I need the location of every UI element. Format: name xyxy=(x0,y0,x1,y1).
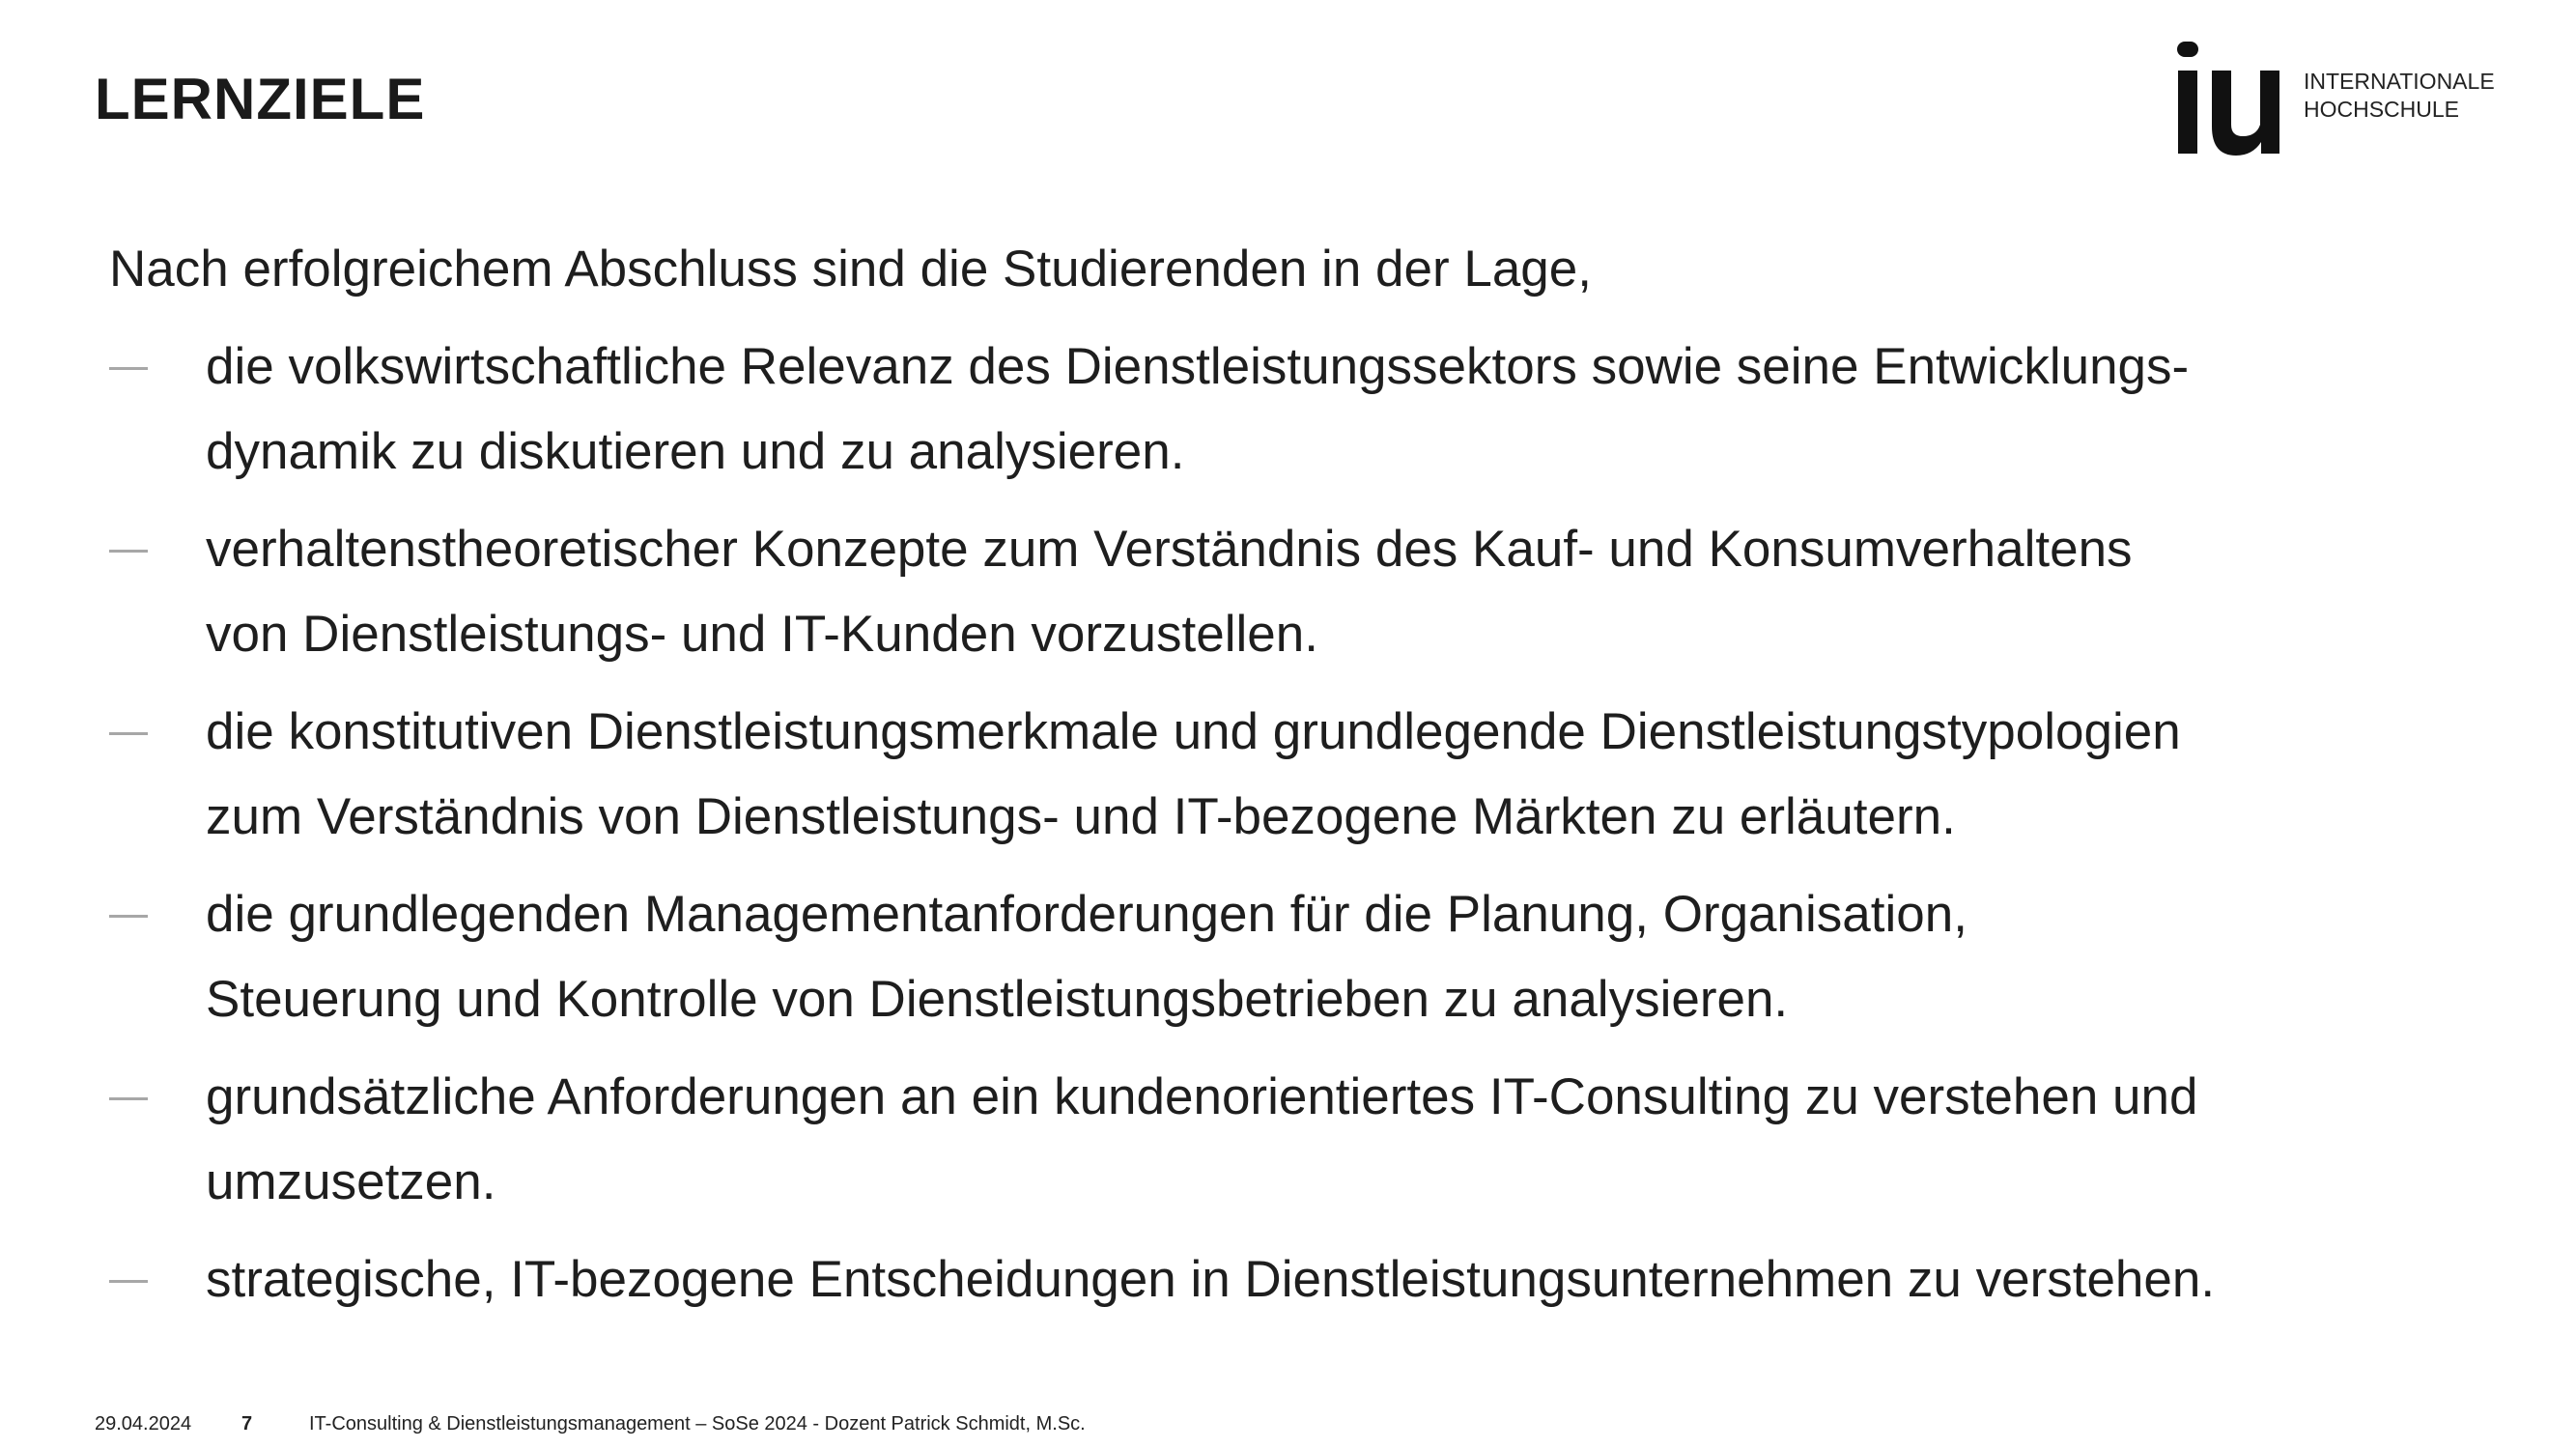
bullet-text: strategische, IT-bezogene Entscheidungen… xyxy=(206,1237,2514,1322)
bullet-text: verhaltenstheoretischer Konzepte zum Ver… xyxy=(206,507,2514,677)
slide-title: LERNZIELE xyxy=(95,67,426,131)
footer-course-info: IT-Consulting & Dienstleistungsmanagemen… xyxy=(309,1413,1086,1435)
bullet-line: zum Verständnis von Dienstleistungs- und… xyxy=(206,788,1956,845)
bullet-line: verhaltenstheoretischer Konzepte zum Ver… xyxy=(206,521,2133,578)
bullet-line: die volkswirtschaftliche Relevanz des Di… xyxy=(206,338,2190,395)
bullet-line: die grundlegenden Managementanforderunge… xyxy=(206,886,1967,943)
dash-bullet-icon xyxy=(109,915,148,918)
iu-logo-mark xyxy=(2177,42,2279,156)
logo-line-1: INTERNATIONALE xyxy=(2304,69,2495,94)
bullet-line: von Dienstleistungs- und IT-Kunden vorzu… xyxy=(206,606,1318,663)
slide-content: Nach erfolgreichem Abschluss sind die St… xyxy=(109,227,2427,1322)
list-item: grundsätzliche Anforderungen an ein kund… xyxy=(109,1055,2427,1225)
bullet-text: die konstitutiven Dienstleistungsmerkmal… xyxy=(206,690,2514,860)
dash-bullet-icon xyxy=(109,1097,148,1100)
list-item: die volkswirtschaftliche Relevanz des Di… xyxy=(109,325,2427,495)
footer-date: 29.04.2024 xyxy=(95,1413,192,1435)
iu-logo: INTERNATIONALE HOCHSCHULE xyxy=(2173,39,2502,156)
bullet-text: die volkswirtschaftliche Relevanz des Di… xyxy=(206,325,2514,495)
intro-text: Nach erfolgreichem Abschluss sind die St… xyxy=(109,241,1592,298)
bullet-text: grundsätzliche Anforderungen an ein kund… xyxy=(206,1055,2514,1225)
dash-bullet-icon xyxy=(109,367,148,370)
bullet-line: dynamik zu diskutieren und zu analysiere… xyxy=(206,423,1185,480)
dash-bullet-icon xyxy=(109,550,148,553)
footer-page-number: 7 xyxy=(241,1413,253,1435)
logo-wordmark: INTERNATIONALE HOCHSCHULE xyxy=(2304,68,2495,124)
list-item: verhaltenstheoretischer Konzepte zum Ver… xyxy=(109,507,2427,677)
logo-line-2: HOCHSCHULE xyxy=(2304,97,2460,122)
bullet-line: strategische, IT-bezogene Entscheidungen… xyxy=(206,1251,2216,1308)
list-item: die grundlegenden Managementanforderunge… xyxy=(109,872,2427,1042)
bullet-line: die konstitutiven Dienstleistungsmerkmal… xyxy=(206,703,2181,760)
bullet-line: umzusetzen. xyxy=(206,1153,496,1210)
bullet-text: die grundlegenden Managementanforderunge… xyxy=(206,872,2514,1042)
slide: LERNZIELE INTERNATIONALE HOCHSCHULE Nach… xyxy=(0,0,2576,1449)
learning-goals-list: die volkswirtschaftliche Relevanz des Di… xyxy=(109,325,2427,1322)
bullet-line: grundsätzliche Anforderungen an ein kund… xyxy=(206,1068,2198,1125)
list-item: strategische, IT-bezogene Entscheidungen… xyxy=(109,1237,2427,1322)
dash-bullet-icon xyxy=(109,1280,148,1283)
list-item: die konstitutiven Dienstleistungsmerkmal… xyxy=(109,690,2427,860)
bullet-line: Steuerung und Kontrolle von Dienstleistu… xyxy=(206,971,1789,1028)
dash-bullet-icon xyxy=(109,732,148,735)
